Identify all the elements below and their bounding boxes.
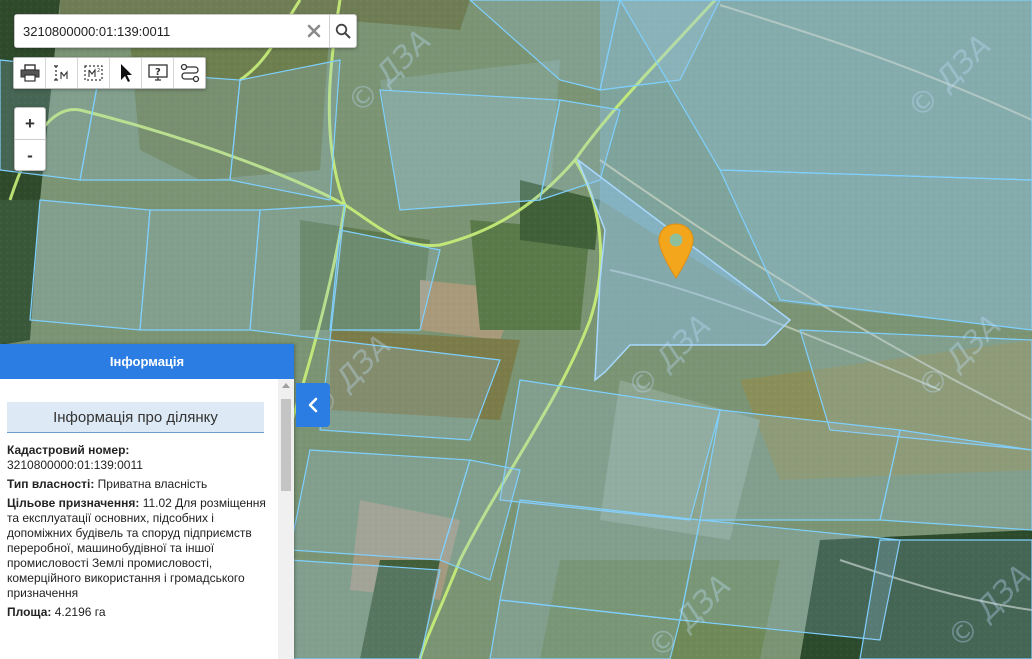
pointer-icon	[120, 64, 132, 82]
zoom-in-button[interactable]: +	[15, 108, 45, 140]
select-pointer-button[interactable]	[110, 58, 142, 88]
ownership-label: Тип власності:	[7, 477, 95, 491]
measure-distance-button[interactable]	[46, 58, 78, 88]
measure-area-icon: 2	[83, 65, 103, 81]
map-toolbar: 2 ?	[13, 57, 206, 89]
svg-text:?: ?	[155, 67, 161, 78]
route-icon	[180, 63, 199, 83]
close-icon	[307, 24, 321, 38]
svg-text:2: 2	[97, 68, 100, 74]
purpose-field: Цільове призначення: 11.02 Для розміщенн…	[7, 496, 278, 601]
chevron-left-icon	[308, 397, 318, 413]
collapse-panel-button[interactable]	[296, 383, 330, 427]
measure-area-button[interactable]: 2	[78, 58, 110, 88]
cadastral-search-input[interactable]	[15, 15, 299, 47]
info-panel: Інформація Інформація про ділянку Кадаст…	[0, 344, 294, 659]
zoom-out-button[interactable]: -	[15, 140, 45, 171]
print-icon	[20, 64, 39, 82]
search-button[interactable]	[329, 15, 356, 47]
area-value: 4.2196 га	[54, 605, 106, 619]
info-panel-body: Інформація про ділянку Кадастровий номер…	[0, 379, 278, 659]
scrollbar-thumb[interactable]	[281, 399, 291, 491]
ownership-field: Тип власності: Приватна власність	[7, 477, 278, 492]
area-label: Площа:	[7, 605, 52, 619]
purpose-label: Цільове призначення:	[7, 496, 140, 510]
search-bar	[14, 14, 357, 48]
info-scrollbar[interactable]	[278, 379, 294, 659]
measure-distance-icon	[53, 65, 68, 81]
clear-search-button[interactable]	[299, 15, 329, 47]
parcel-info-title: Інформація про ділянку	[7, 402, 264, 433]
help-info-button[interactable]: ?	[142, 58, 174, 88]
cadastral-label: Кадастровий номер:	[7, 443, 130, 457]
search-icon	[335, 23, 351, 39]
ownership-value: Приватна власність	[97, 477, 208, 491]
print-button[interactable]	[14, 58, 46, 88]
help-icon: ?	[147, 64, 168, 81]
purpose-value: 11.02 Для розміщення та експлуатації осн…	[7, 496, 266, 600]
parcel-fields: Кадастровий номер: 3210800000:01:139:001…	[0, 433, 278, 620]
zoom-control: + -	[14, 107, 46, 171]
area-field: Площа: 4.2196 га	[7, 605, 278, 620]
cadastral-field: Кадастровий номер: 3210800000:01:139:001…	[7, 443, 278, 473]
cadastral-value: 3210800000:01:139:0011	[7, 458, 143, 472]
scroll-up-arrow-icon[interactable]	[282, 383, 290, 388]
route-button[interactable]	[174, 58, 205, 88]
info-panel-header: Інформація	[0, 344, 294, 379]
